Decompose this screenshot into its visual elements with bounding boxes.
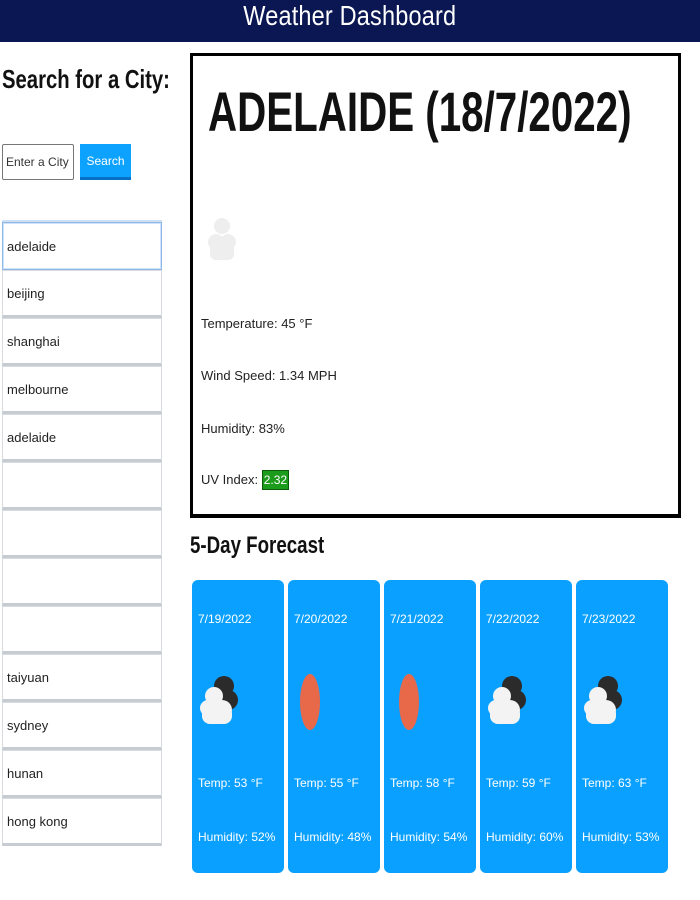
history-item[interactable]: melbourne <box>2 366 162 414</box>
current-uv-index: UV Index: 2.32 <box>201 470 290 490</box>
forecast-date: 7/20/2022 <box>294 612 348 626</box>
search-title: Search for a City: <box>2 64 170 94</box>
sun-icon <box>296 670 336 739</box>
forecast-temp: Temp: 53 °F <box>198 776 263 790</box>
cloud-icon <box>208 212 236 269</box>
app-title: Weather Dashboard <box>243 0 457 31</box>
forecast-humidity: Humidity: 53% <box>582 830 660 844</box>
history-item[interactable]: hunan <box>2 750 162 798</box>
app-header: Weather Dashboard <box>0 0 700 42</box>
forecast-humidity: Humidity: 54% <box>390 830 468 844</box>
cloud-icon <box>488 670 528 733</box>
forecast-date: 7/19/2022 <box>198 612 252 626</box>
uv-index-badge: 2.32 <box>261 470 290 490</box>
current-city-date: ADELAIDE (18/7/2022) <box>208 80 632 143</box>
forecast-humidity: Humidity: 60% <box>486 830 564 844</box>
forecast-card: 7/20/2022 Temp: 55 °F Humidity: 48% <box>288 580 380 873</box>
cloud-icon <box>200 670 240 733</box>
history-item[interactable]: beijing <box>2 270 162 318</box>
current-weather-panel: ADELAIDE (18/7/2022) Temperature: 45 °F … <box>190 53 681 518</box>
forecast-title: 5-Day Forecast <box>190 532 325 559</box>
forecast-date: 7/21/2022 <box>390 612 444 626</box>
forecast-card: 7/23/2022 Temp: 63 °F Humidity: 53% <box>576 580 668 873</box>
history-item[interactable]: adelaide <box>2 222 162 270</box>
city-search-input[interactable] <box>2 144 74 180</box>
forecast-temp: Temp: 63 °F <box>582 776 647 790</box>
sun-icon <box>392 670 432 739</box>
forecast-temp: Temp: 58 °F <box>390 776 455 790</box>
forecast-card: 7/22/2022 Temp: 59 °F Humidity: 60% <box>480 580 572 873</box>
history-item[interactable]: hong kong <box>2 798 162 846</box>
cloud-icon <box>584 670 624 733</box>
forecast-temp: Temp: 55 °F <box>294 776 359 790</box>
current-humidity: Humidity: 83% <box>201 421 285 436</box>
history-item[interactable]: adelaide <box>2 414 162 462</box>
history-item[interactable]: sydney <box>2 702 162 750</box>
search-history-list: adelaide beijing shanghai melbourne adel… <box>2 220 162 846</box>
current-wind-speed: Wind Speed: 1.34 MPH <box>201 368 337 383</box>
forecast-date: 7/22/2022 <box>486 612 540 626</box>
search-button[interactable]: Search <box>80 144 131 180</box>
history-item[interactable] <box>2 510 162 558</box>
history-item[interactable] <box>2 606 162 654</box>
forecast-humidity: Humidity: 52% <box>198 830 276 844</box>
history-item[interactable]: taiyuan <box>2 654 162 702</box>
current-temperature: Temperature: 45 °F <box>201 316 313 331</box>
forecast-humidity: Humidity: 48% <box>294 830 372 844</box>
forecast-date: 7/23/2022 <box>582 612 636 626</box>
forecast-temp: Temp: 59 °F <box>486 776 551 790</box>
forecast-card: 7/19/2022 Temp: 53 °F Humidity: 52% <box>192 580 284 873</box>
history-item[interactable]: shanghai <box>2 318 162 366</box>
history-item[interactable] <box>2 558 162 606</box>
history-item[interactable] <box>2 462 162 510</box>
uv-index-label: UV Index: <box>201 472 262 487</box>
forecast-card: 7/21/2022 Temp: 58 °F Humidity: 54% <box>384 580 476 873</box>
